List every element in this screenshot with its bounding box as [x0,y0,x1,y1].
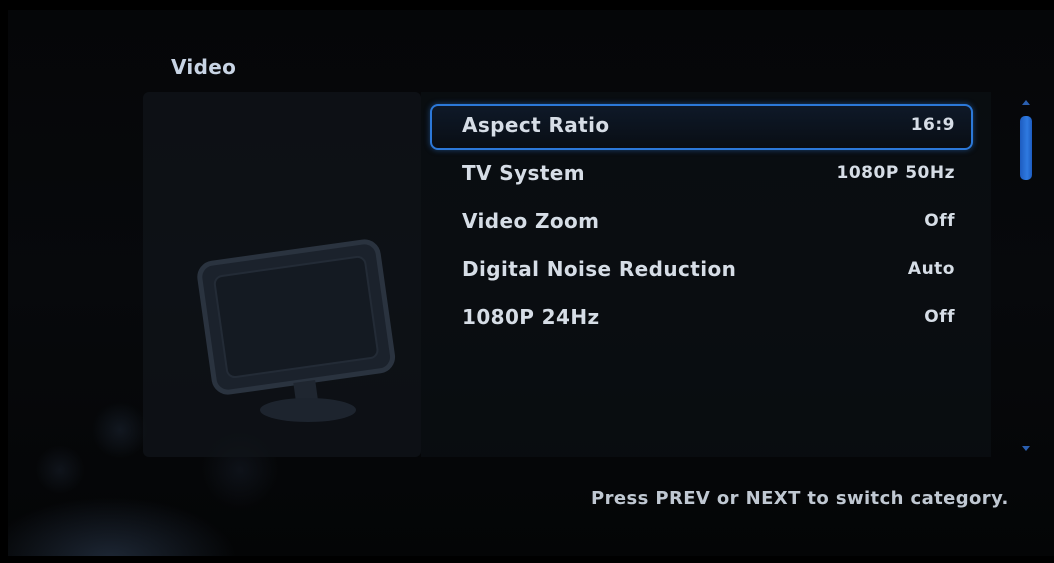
page-title: Video [171,55,237,79]
setting-value: Off [924,307,955,327]
scroll-up-arrow-icon[interactable] [1022,100,1030,105]
setting-label: TV System [462,161,585,185]
setting-row-digital-noise-reduction[interactable]: Digital Noise Reduction Auto [430,248,973,290]
setting-row-video-zoom[interactable]: Video Zoom Off [430,200,973,242]
setting-row-aspect-ratio[interactable]: Aspect Ratio 16:9 [430,104,973,150]
setting-row-tv-system[interactable]: TV System 1080P 50Hz [430,152,973,194]
top-border [0,0,1054,10]
setting-label: Digital Noise Reduction [462,257,737,281]
setting-value: Off [924,211,955,231]
monitor-icon [197,239,396,422]
setting-value: Auto [907,259,955,279]
bottom-border [0,556,1054,563]
scroll-down-arrow-icon[interactable] [1022,446,1030,451]
scrollbar[interactable] [1019,100,1035,458]
setting-row-1080p-24hz[interactable]: 1080P 24Hz Off [430,296,973,338]
setting-label: Aspect Ratio [462,113,610,137]
setting-value: 1080P 50Hz [836,163,955,183]
category-switch-hint: Press PREV or NEXT to switch category. [591,488,1009,509]
scroll-thumb[interactable] [1020,116,1032,180]
setting-value: 16:9 [910,115,955,135]
video-settings-screen: Video Aspect Ratio 16:9 TV System 1080P … [0,0,1054,563]
setting-label: Video Zoom [462,209,600,233]
left-border [0,0,8,563]
setting-label: 1080P 24Hz [462,305,600,329]
